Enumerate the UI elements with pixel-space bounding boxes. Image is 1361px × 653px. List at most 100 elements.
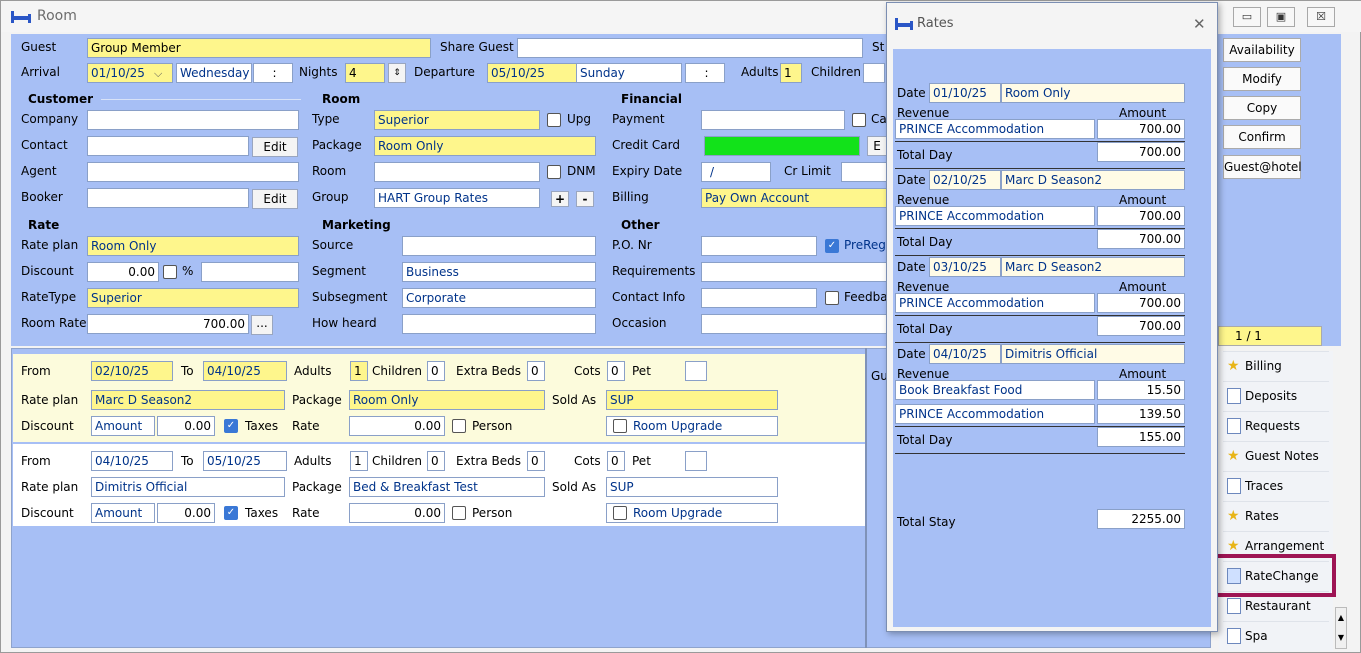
agent-field[interactable]	[87, 162, 299, 182]
chevron-down-icon[interactable]: ⌵	[154, 67, 162, 81]
seg2-taxes-checkbox[interactable]: ✓	[224, 506, 238, 520]
po-field[interactable]	[701, 236, 817, 256]
side-item-guest-notes[interactable]: ★ Guest Notes	[1223, 441, 1329, 469]
close-icon[interactable]: ✕	[1193, 15, 1206, 33]
contact-edit-button[interactable]: Edit	[252, 137, 298, 157]
group-field[interactable]: HART Group Rates	[374, 188, 540, 208]
seg1-upgrade-checkbox[interactable]	[613, 419, 627, 433]
percent-checkbox[interactable]	[163, 265, 177, 279]
booker-edit-button[interactable]: Edit	[252, 189, 298, 209]
seg2-cots-field[interactable]: 0	[607, 451, 625, 471]
discount-field[interactable]: 0.00	[87, 262, 159, 282]
seg2-discount-type[interactable]: Amount	[91, 503, 155, 523]
side-item-requests[interactable]: Requests	[1223, 411, 1329, 439]
minimize-button[interactable]: ▭	[1233, 7, 1261, 27]
seg1-taxes-checkbox[interactable]: ✓	[224, 419, 238, 433]
seg1-rate-field[interactable]: 0.00	[349, 416, 445, 436]
side-item-billing[interactable]: ★ Billing	[1223, 351, 1329, 379]
seg2-from-date[interactable]: 04/10/25	[91, 451, 173, 471]
share-guest-field[interactable]	[517, 38, 863, 58]
side-item-traces[interactable]: Traces	[1223, 471, 1329, 499]
upgrade-checkbox[interactable]	[547, 113, 561, 127]
seg1-extra-field[interactable]: 0	[527, 361, 545, 381]
booker-field[interactable]	[87, 188, 249, 208]
adults-field[interactable]: 1	[780, 63, 802, 83]
seg2-upgrade-checkbox[interactable]	[613, 506, 627, 520]
subsegment-field[interactable]: Corporate	[402, 288, 596, 308]
confirm-button[interactable]: Confirm	[1223, 125, 1301, 149]
seg2-rate-field[interactable]: 0.00	[349, 503, 445, 523]
dnm-checkbox[interactable]	[547, 165, 561, 179]
seg2-package-field[interactable]: Bed & Breakfast Test	[349, 477, 545, 497]
side-item-rates[interactable]: ★ Rates	[1223, 501, 1329, 529]
guest-hotel-button[interactable]: Guest@hotel	[1223, 155, 1302, 179]
contact-field[interactable]	[87, 136, 249, 156]
maximize-button[interactable]: ▣	[1267, 7, 1295, 27]
prereg-checkbox[interactable]: ✓	[825, 239, 839, 253]
nights-spinner[interactable]: ⇕	[388, 63, 406, 83]
seg1-person-checkbox[interactable]	[452, 419, 466, 433]
seg1-adults-field[interactable]: 1	[350, 361, 368, 381]
seg1-plan-field[interactable]: Marc D Season2	[91, 390, 285, 410]
seg2-sold-field[interactable]: SUP	[606, 477, 778, 497]
seg2-to-date[interactable]: 05/10/25	[203, 451, 287, 471]
feedback-checkbox[interactable]	[825, 291, 839, 305]
side-scrollbar[interactable]: ▲ ▼	[1335, 607, 1347, 649]
children-field[interactable]	[863, 63, 885, 83]
seg1-sold-field[interactable]: SUP	[606, 390, 778, 410]
group-add-button[interactable]: +	[551, 191, 569, 207]
row-divider	[895, 453, 1185, 454]
seg1-pet-field[interactable]	[685, 361, 707, 381]
seg2-plan-field[interactable]: Dimitris Official	[91, 477, 285, 497]
billing-field[interactable]: Pay Own Account	[701, 188, 887, 208]
seg1-package-field[interactable]: Room Only	[349, 390, 545, 410]
seg1-package-label: Package	[292, 393, 342, 407]
ratetype-field[interactable]: Superior	[87, 288, 299, 308]
close-button[interactable]: ☒	[1307, 7, 1335, 27]
side-item-spa[interactable]: Spa	[1223, 621, 1329, 649]
room-rate-more-button[interactable]: ...	[251, 315, 273, 335]
source-field[interactable]	[402, 236, 596, 256]
guest-field[interactable]: Group Member	[87, 38, 431, 58]
group-remove-button[interactable]: -	[576, 191, 594, 207]
nights-field[interactable]: 4	[345, 63, 385, 83]
departure-date-field[interactable]: 05/10/25	[487, 63, 577, 83]
seg1-children-field[interactable]: 0	[427, 361, 445, 381]
payment-field[interactable]	[701, 110, 845, 130]
copy-button[interactable]: Copy	[1223, 96, 1301, 120]
seg1-from-date[interactable]: 02/10/25	[91, 361, 173, 381]
availability-button[interactable]: Availability	[1223, 38, 1301, 62]
expiry-label: Expiry Date	[612, 164, 683, 178]
room-field[interactable]	[374, 162, 540, 182]
seg1-to-date[interactable]: 04/10/25	[203, 361, 287, 381]
room-rate-field[interactable]: 700.00	[87, 314, 249, 334]
occasion-field[interactable]	[701, 314, 887, 334]
requirements-field[interactable]	[701, 262, 887, 282]
arrival-time-field[interactable]: :	[253, 63, 293, 83]
company-field[interactable]	[87, 110, 299, 130]
seg2-person-checkbox[interactable]	[452, 506, 466, 520]
seg1-discount-field[interactable]: 0.00	[157, 416, 215, 436]
discount-reason-field[interactable]	[201, 262, 299, 282]
contact-info-field[interactable]	[701, 288, 817, 308]
package-field[interactable]: Room Only	[374, 136, 596, 156]
seg1-cots-field[interactable]: 0	[607, 361, 625, 381]
side-item-deposits[interactable]: Deposits	[1223, 381, 1329, 409]
cr-limit-field[interactable]	[841, 162, 887, 182]
credit-card-edit-button[interactable]: E	[867, 136, 887, 156]
segment-field[interactable]: Business	[402, 262, 596, 282]
seg2-discount-field[interactable]: 0.00	[157, 503, 215, 523]
rate-plan-field[interactable]: Room Only	[87, 236, 299, 256]
seg1-discount-type[interactable]: Amount	[91, 416, 155, 436]
expiry-field[interactable]: /	[701, 162, 771, 182]
departure-time-field[interactable]: :	[685, 63, 725, 83]
seg2-pet-field[interactable]	[685, 451, 707, 471]
credit-card-field[interactable]	[704, 136, 860, 156]
room-type-field[interactable]: Superior	[374, 110, 540, 130]
seg2-children-field[interactable]: 0	[427, 451, 445, 471]
modify-button[interactable]: Modify	[1223, 67, 1301, 91]
seg2-adults-field[interactable]: 1	[350, 451, 368, 471]
ca-checkbox[interactable]	[852, 113, 866, 127]
how-heard-field[interactable]	[402, 314, 596, 334]
seg2-extra-field[interactable]: 0	[527, 451, 545, 471]
